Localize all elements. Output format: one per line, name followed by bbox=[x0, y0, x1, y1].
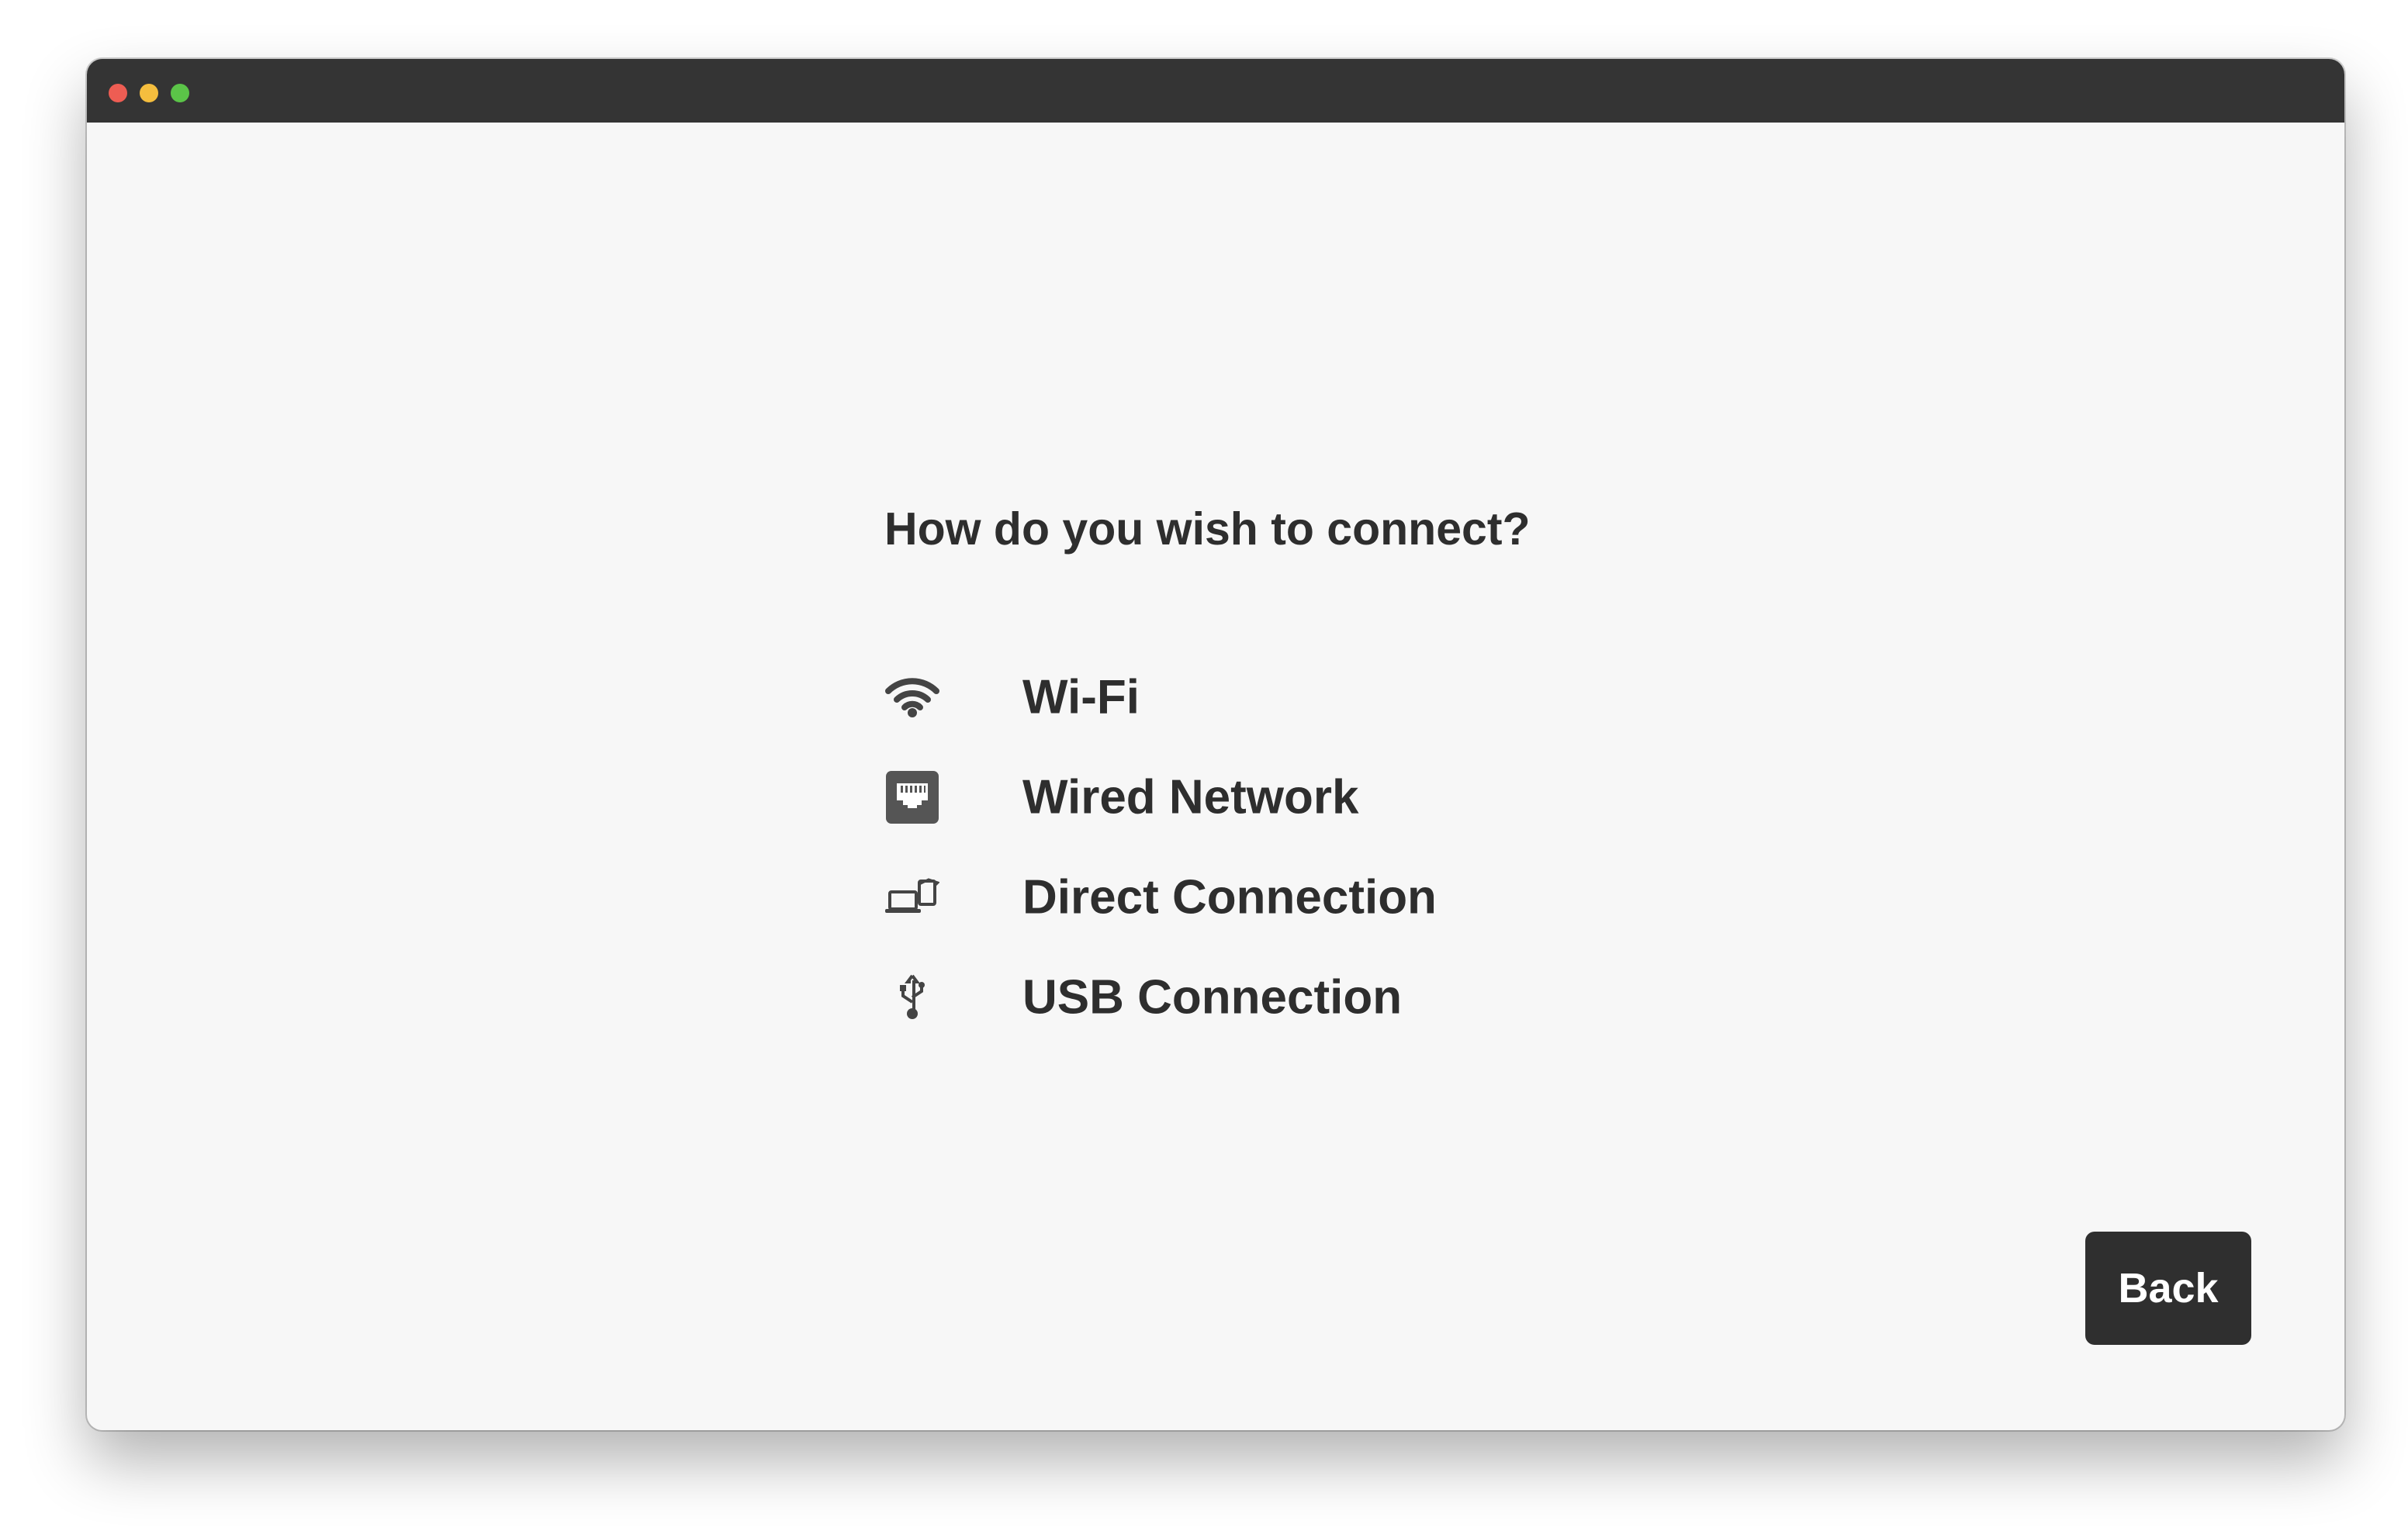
title-bar bbox=[87, 59, 2344, 123]
wifi-icon bbox=[884, 669, 940, 725]
option-usb-connection-label: USB Connection bbox=[1022, 970, 1403, 1024]
option-direct-connection-label: Direct Connection bbox=[1022, 870, 1437, 924]
option-wifi[interactable]: Wi-Fi bbox=[884, 647, 1660, 747]
option-wifi-label: Wi-Fi bbox=[1022, 670, 1140, 724]
app-window: How do you wish to connect? Wi-Fi Wired … bbox=[87, 59, 2344, 1430]
connection-options-list: Wi-Fi Wired Network Direct Connection US… bbox=[884, 647, 1660, 1047]
back-button[interactable]: Back bbox=[2085, 1232, 2251, 1345]
connection-setup-panel: How do you wish to connect? Wi-Fi Wired … bbox=[87, 123, 2344, 1430]
laptop-to-device-icon bbox=[884, 869, 940, 925]
close-window-button[interactable] bbox=[109, 84, 127, 102]
option-usb-connection[interactable]: USB Connection bbox=[884, 947, 1660, 1047]
connection-question-heading: How do you wish to connect? bbox=[884, 503, 1531, 555]
option-direct-connection[interactable]: Direct Connection bbox=[884, 847, 1660, 947]
zoom-window-button[interactable] bbox=[171, 84, 189, 102]
option-wired-network-label: Wired Network bbox=[1022, 770, 1359, 824]
usb-icon bbox=[884, 969, 940, 1025]
minimize-window-button[interactable] bbox=[140, 84, 158, 102]
ethernet-port-icon bbox=[884, 769, 940, 825]
option-wired-network[interactable]: Wired Network bbox=[884, 747, 1660, 847]
